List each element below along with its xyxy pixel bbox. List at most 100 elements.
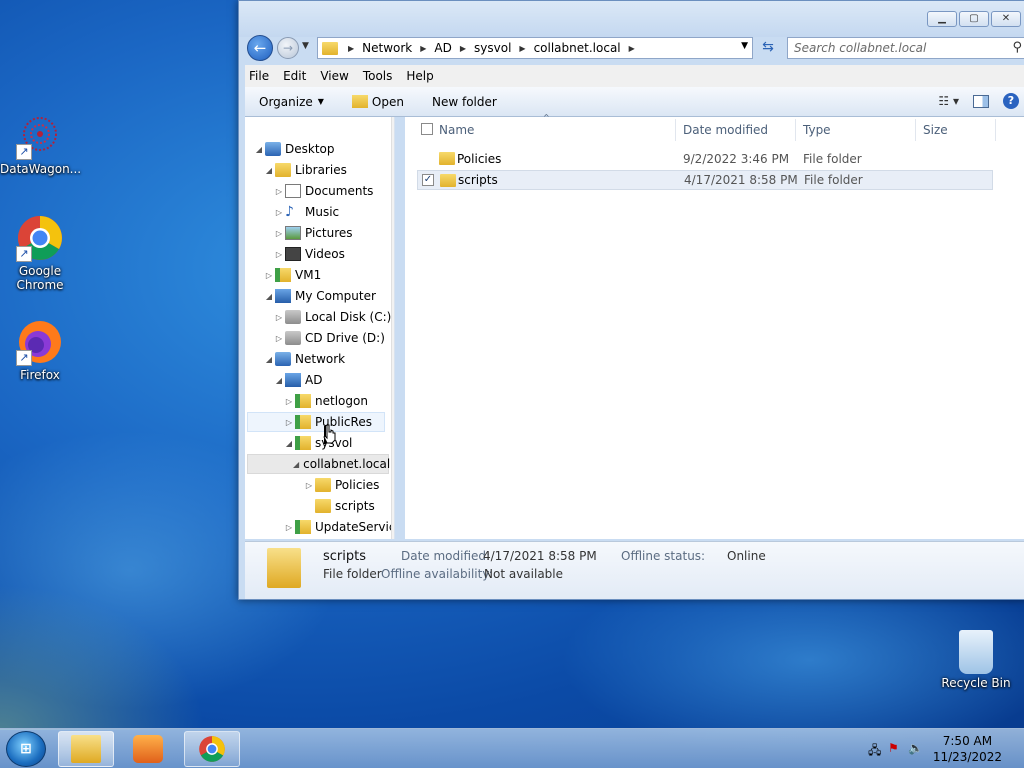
breadcrumb-ad[interactable]: AD	[434, 41, 451, 55]
title-bar[interactable]: ▁ ▢ ✕	[239, 1, 1024, 37]
collapse-arrow-icon[interactable]: ▷	[273, 334, 285, 343]
details-offline-availability-label: Offline availability:	[381, 567, 493, 581]
collapse-arrow-icon[interactable]: ▷	[283, 397, 295, 406]
new-folder-button[interactable]: New folder	[432, 95, 497, 109]
collapse-arrow-icon[interactable]: ▷	[283, 418, 295, 427]
scrollbar-thumb[interactable]	[394, 189, 395, 421]
address-dropdown-icon[interactable]: ▼	[741, 41, 748, 51]
taskbar-media-player-button[interactable]	[120, 731, 176, 767]
chrome-icon	[197, 735, 227, 763]
expand-arrow-icon[interactable]: ◢	[253, 145, 265, 154]
tree-item-libraries[interactable]: ◢ Libraries	[263, 160, 347, 180]
open-label: Open	[371, 94, 404, 109]
tree-item-documents[interactable]: ▷ Documents	[273, 181, 373, 201]
preview-pane-icon[interactable]	[973, 94, 989, 108]
open-folder-icon	[351, 95, 368, 108]
breadcrumb-sysvol[interactable]: sysvol	[474, 41, 511, 55]
tree-item-sysvol[interactable]: ◢ sysvol	[283, 433, 352, 453]
expand-arrow-icon[interactable]: ◢	[263, 292, 275, 301]
tree-item-network[interactable]: ◢ Network	[263, 349, 345, 369]
recent-pages-dropdown[interactable]: ▼	[302, 41, 309, 51]
forward-button[interactable]: →	[277, 37, 299, 59]
row-checkbox[interactable]: ✓	[422, 174, 434, 186]
close-button[interactable]: ✕	[991, 11, 1021, 27]
file-row-scripts[interactable]: ✓ scripts 4/17/2021 8:58 PM File folder	[417, 170, 993, 190]
tree-item-collabnet-local[interactable]: ◢ collabnet.local	[247, 454, 390, 474]
expand-arrow-icon[interactable]: ◢	[263, 355, 275, 364]
sort-arrow-icon: ^	[543, 113, 550, 122]
tree-item-vm1[interactable]: ▷ VM1	[263, 265, 321, 285]
desktop-icon-chrome[interactable]: ↗ Google Chrome	[0, 214, 80, 292]
tree-item-pictures[interactable]: ▷ Pictures	[273, 223, 353, 243]
tree-item-ad[interactable]: ◢ AD	[273, 370, 322, 390]
column-header-name[interactable]: Name	[439, 123, 474, 137]
folder-icon	[440, 174, 456, 187]
search-icon[interactable]: ⚲	[1012, 38, 1022, 58]
open-button[interactable]: Open	[351, 94, 404, 109]
column-header-date[interactable]: Date modified	[683, 123, 768, 137]
start-button[interactable]: ⊞	[6, 731, 46, 767]
back-button[interactable]: ←	[247, 35, 273, 61]
tree-item-cd-drive[interactable]: ▷ CD Drive (D:)	[273, 328, 385, 348]
expand-arrow-icon[interactable]: ◢	[273, 376, 285, 385]
tree-item-music[interactable]: ▷ ♪ Music	[273, 202, 339, 222]
navigation-scrollbar[interactable]: ▲ ≡ ▼	[391, 117, 395, 539]
search-input[interactable]: Search collabnet.local ⚲	[787, 37, 1024, 59]
maximize-button[interactable]: ▢	[959, 11, 989, 27]
chevron-down-icon: ▼	[317, 97, 324, 106]
organize-button[interactable]: Organize ▼	[259, 95, 324, 109]
collapse-arrow-icon[interactable]: ▷	[273, 250, 285, 259]
collapse-arrow-icon[interactable]: ▷	[273, 229, 285, 238]
tree-item-my-computer[interactable]: ◢ My Computer	[263, 286, 376, 306]
datawagon-icon: ↗	[16, 112, 64, 160]
view-options-icon[interactable]: ☷ ▾	[938, 94, 959, 108]
collapse-arrow-icon[interactable]: ▷	[273, 208, 285, 217]
menu-file[interactable]: File	[249, 69, 269, 83]
navigation-row: ← → ▼ ▶ Network ▶ AD ▶ sysvol ▶ collabne…	[239, 35, 1024, 61]
select-all-checkbox[interactable]	[421, 123, 433, 135]
refresh-button[interactable]: ⇆	[757, 37, 779, 59]
menu-help[interactable]: Help	[406, 69, 433, 83]
collapse-arrow-icon[interactable]: ▷	[263, 271, 275, 280]
clock[interactable]: 7:50 AM 11/23/2022	[933, 733, 1002, 765]
collapse-arrow-icon[interactable]: ▷	[273, 313, 285, 322]
collapse-arrow-icon[interactable]: ▷	[283, 523, 295, 532]
desktop-icon-datawagon[interactable]: ↗ DataWagon...	[0, 112, 81, 176]
desktop-icon-recycle-bin[interactable]: Recycle Bin	[936, 630, 1016, 690]
hand-cursor-icon	[323, 424, 336, 444]
tree-item-policies[interactable]: ▷ Policies	[303, 475, 379, 495]
tree-item-local-disk[interactable]: ▷ Local Disk (C:)	[273, 307, 391, 327]
collapse-arrow-icon[interactable]: ▷	[303, 481, 315, 490]
minimize-button[interactable]: ▁	[927, 11, 957, 27]
menu-view[interactable]: View	[320, 69, 348, 83]
column-header-size[interactable]: Size	[923, 123, 948, 137]
collapse-arrow-icon[interactable]: ▷	[273, 187, 285, 196]
shortcut-arrow-icon: ↗	[16, 350, 32, 366]
address-bar[interactable]: ▶ Network ▶ AD ▶ sysvol ▶ collabnet.loca…	[317, 37, 753, 59]
taskbar-chrome-button[interactable]	[184, 731, 240, 767]
volume-icon[interactable]: 🔈	[908, 741, 923, 755]
file-type: File folder	[804, 173, 863, 187]
column-header-type[interactable]: Type	[803, 123, 831, 137]
menu-tools[interactable]: Tools	[363, 69, 393, 83]
expand-arrow-icon[interactable]: ◢	[283, 439, 295, 448]
system-tray: 🖧 ⚑ 🔈 7:50 AM 11/23/2022	[854, 729, 1024, 768]
tree-item-desktop[interactable]: ◢ Desktop	[253, 139, 335, 159]
help-icon[interactable]: ?	[1003, 93, 1019, 109]
breadcrumb-network[interactable]: Network	[362, 41, 412, 55]
taskbar-explorer-button[interactable]	[58, 731, 114, 767]
expand-arrow-icon[interactable]: ◢	[293, 460, 299, 469]
expand-arrow-icon[interactable]: ◢	[263, 166, 275, 175]
menu-edit[interactable]: Edit	[283, 69, 306, 83]
tree-item-scripts[interactable]: scripts	[303, 496, 375, 516]
file-row-policies[interactable]: Policies 9/2/2022 3:46 PM File folder	[417, 149, 993, 169]
tree-item-updateservic[interactable]: ▷ UpdateServic	[283, 517, 394, 537]
tree-item-netlogon[interactable]: ▷ netlogon	[283, 391, 368, 411]
tree-item-videos[interactable]: ▷ Videos	[273, 244, 345, 264]
action-center-flag-icon[interactable]: ⚑	[888, 741, 899, 755]
desktop-icon-firefox[interactable]: ↗ Firefox	[0, 318, 80, 382]
network-tray-icon[interactable]: 🖧	[868, 741, 881, 762]
details-offline-availability-value: Not available	[484, 567, 564, 581]
tree-item-publicres[interactable]: ▷ PublicRes	[247, 412, 385, 432]
breadcrumb-collabnet[interactable]: collabnet.local	[534, 41, 621, 55]
